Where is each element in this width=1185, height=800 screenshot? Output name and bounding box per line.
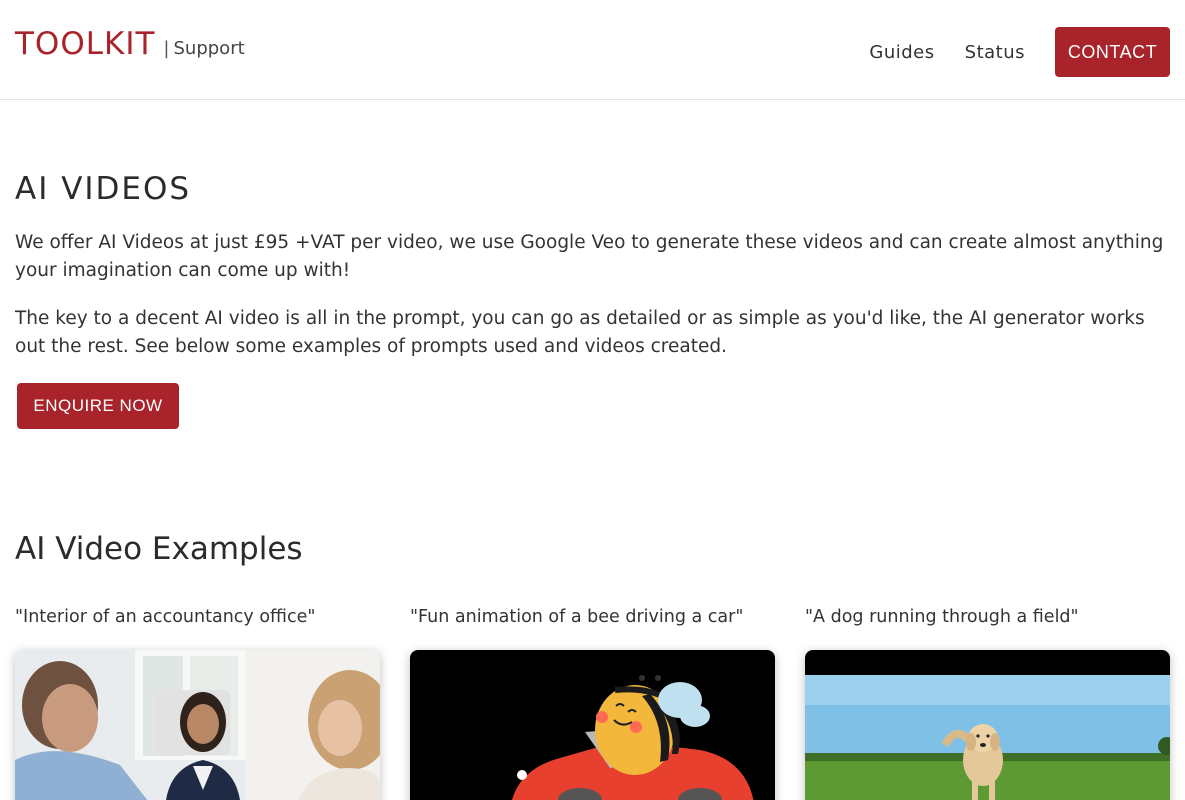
office-video-thumbnail[interactable] — [15, 650, 380, 800]
logo-separator: | — [163, 38, 170, 59]
example-card-dog: "A dog running through a field" — [805, 607, 1170, 800]
logo[interactable]: TOOLKIT | Support — [15, 26, 245, 62]
dog-video-thumbnail[interactable] — [805, 650, 1170, 800]
enquire-now-button[interactable]: ENQUIRE NOW — [17, 383, 179, 429]
example-card-bee: "Fun animation of a bee driving a car" — [410, 607, 775, 800]
examples-heading: AI Video Examples — [15, 531, 303, 567]
dog-field-scene-image — [805, 650, 1170, 800]
example-card-office: "Interior of an accountancy office" — [15, 607, 380, 800]
page-title: AI VIDEOS — [15, 171, 192, 207]
intro-paragraph: We offer AI Videos at just £95 +VAT per … — [15, 232, 1164, 281]
site-header: TOOLKIT | Support Guides Status CONTACT — [0, 0, 1185, 100]
logo-subtitle: Support — [173, 38, 245, 59]
example-caption: "Fun animation of a bee driving a car" — [410, 607, 744, 627]
nav-link-guides[interactable]: Guides — [869, 42, 934, 63]
bee-video-thumbnail[interactable] — [410, 650, 775, 800]
example-caption: "Interior of an accountancy office" — [15, 607, 316, 627]
prompt-paragraph: The key to a decent AI video is all in t… — [15, 308, 1145, 357]
example-caption: "A dog running through a field" — [805, 607, 1079, 627]
bee-car-scene-image — [410, 650, 775, 800]
logo-wordmark: TOOLKIT — [15, 26, 156, 62]
office-scene-image — [15, 650, 380, 800]
main-nav: Guides Status CONTACT — [869, 27, 1170, 77]
nav-link-status[interactable]: Status — [965, 42, 1025, 63]
contact-button[interactable]: CONTACT — [1055, 27, 1170, 77]
